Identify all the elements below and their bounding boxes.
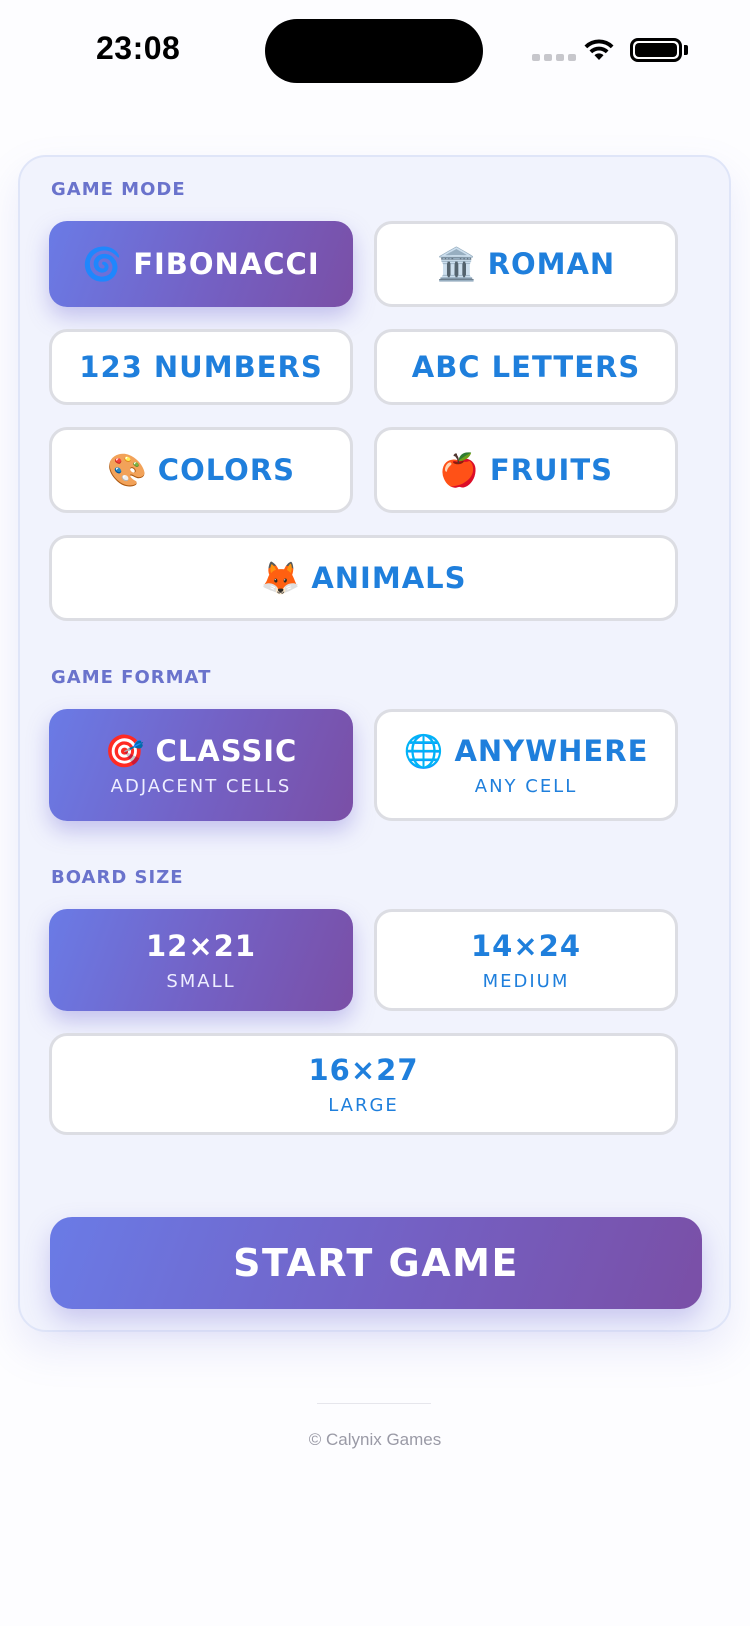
mode-animals-label: ANIMALS: [311, 561, 467, 595]
mode-letters-button[interactable]: ABC LETTERS: [374, 329, 678, 405]
format-classic-subtitle: ADJACENT CELLS: [110, 775, 292, 797]
footer-copyright: © Calynix Games: [308, 1430, 442, 1449]
mode-animals-button[interactable]: 🦊 ANIMALS: [49, 535, 678, 621]
mode-roman-label: ROMAN: [487, 247, 616, 281]
start-game-button[interactable]: START GAME: [50, 1217, 702, 1309]
fox-icon: 🦊: [260, 559, 302, 597]
size-large-button[interactable]: 16×27 LARGE: [49, 1033, 678, 1135]
size-medium-button[interactable]: 14×24 MEDIUM: [374, 909, 678, 1011]
size-medium-label: 14×24: [470, 928, 581, 963]
wifi-icon: [582, 36, 616, 66]
board-size-label: BOARD SIZE: [51, 867, 184, 888]
status-time: 23:08: [96, 30, 181, 66]
mode-fibonacci-button[interactable]: 🌀 FIBONACCI: [49, 221, 353, 307]
battery-tip: [684, 45, 688, 55]
format-anywhere-button[interactable]: 🌐 ANYWHERE ANY CELL: [374, 709, 678, 821]
size-large-label: 16×27: [308, 1052, 419, 1087]
mode-colors-button[interactable]: 🎨 COLORS: [49, 427, 353, 513]
format-anywhere-subtitle: ANY CELL: [474, 775, 578, 797]
classical-building-icon: 🏛️: [436, 245, 478, 283]
battery-icon: [630, 38, 682, 62]
format-classic-button[interactable]: 🎯 CLASSIC ADJACENT CELLS: [49, 709, 353, 821]
format-anywhere-label: ANYWHERE: [454, 733, 649, 768]
apple-icon: 🍎: [439, 451, 480, 489]
palette-icon: 🎨: [106, 451, 148, 489]
mode-roman-button[interactable]: 🏛️ ROMAN: [374, 221, 678, 307]
mode-letters-label: ABC LETTERS: [411, 350, 641, 384]
size-medium-subtitle: MEDIUM: [482, 970, 570, 992]
globe-icon: 🌐: [403, 731, 445, 770]
dynamic-island: [265, 19, 483, 83]
mode-colors-label: COLORS: [157, 453, 296, 487]
status-bar: 23:08: [0, 0, 750, 100]
target-icon: 🎯: [104, 731, 146, 770]
game-setup-card: GAME MODE 🌀 FIBONACCI 🏛️ ROMAN 123 NUMBERS…: [18, 155, 731, 1332]
spiral-icon: 🌀: [82, 245, 124, 283]
size-large-subtitle: LARGE: [328, 1094, 399, 1116]
mode-fruits-button[interactable]: 🍎 FRUITS: [374, 427, 678, 513]
mode-numbers-button[interactable]: 123 NUMBERS: [49, 329, 353, 405]
size-small-label: 12×21: [145, 928, 256, 963]
game-mode-label: GAME MODE: [51, 179, 186, 200]
format-classic-label: CLASSIC: [155, 733, 298, 768]
game-format-label: GAME FORMAT: [51, 667, 212, 688]
footer-divider: [317, 1403, 431, 1404]
mode-numbers-label: 123 NUMBERS: [79, 350, 323, 384]
cellular-signal-icon: [532, 54, 576, 61]
mode-fruits-label: FRUITS: [489, 453, 613, 487]
size-small-subtitle: SMALL: [166, 970, 236, 992]
size-small-button[interactable]: 12×21 SMALL: [49, 909, 353, 1011]
mode-fibonacci-label: FIBONACCI: [133, 247, 320, 281]
